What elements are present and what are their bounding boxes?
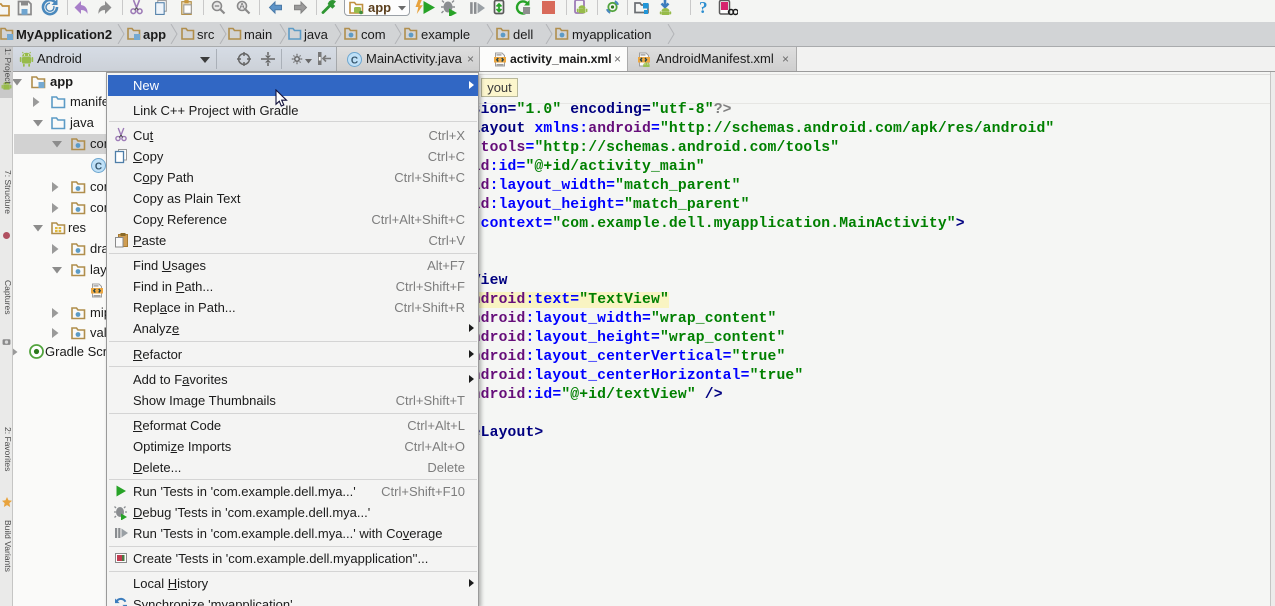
svg-text:C: C: [351, 56, 358, 67]
svg-text:C: C: [95, 162, 102, 173]
svg-text:A: A: [239, 2, 245, 11]
